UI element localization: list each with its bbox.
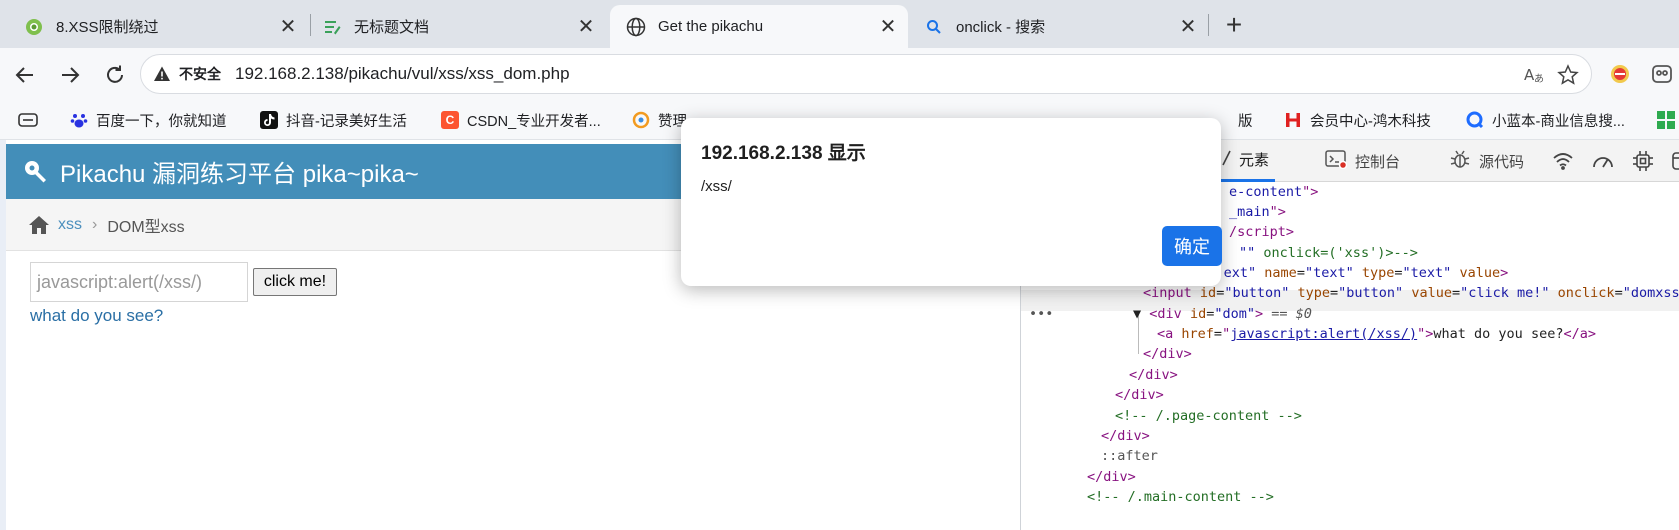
elements-icon: [1221, 149, 1235, 171]
wrench-icon: [22, 158, 50, 186]
address-bar-actions: Aあ: [1523, 64, 1579, 89]
dom-line[interactable]: <input id="button" type="button" value="…: [1143, 283, 1679, 304]
node-actions-ellipsis[interactable]: •••: [1029, 304, 1053, 325]
tab-elements[interactable]: 元素: [1215, 140, 1276, 182]
browser-tab-get-pikachu[interactable]: Get the pikachu ✕: [610, 5, 908, 48]
bookmark-icon: [632, 111, 650, 129]
bookmark-label: 会员中心-鸿木科技: [1310, 113, 1431, 130]
bookmark-baidu[interactable]: 百度一下，你就知道: [70, 109, 227, 131]
bookmark-overflow-icon[interactable]: [1656, 109, 1676, 131]
close-icon[interactable]: ✕: [878, 17, 898, 37]
console-icon: [1325, 149, 1348, 173]
hongmu-icon: [1284, 111, 1302, 129]
network-wifi-icon[interactable]: [1551, 149, 1575, 173]
tab-label: 无标题文档: [354, 19, 430, 36]
memory-chip-icon[interactable]: [1631, 149, 1655, 173]
bookmark-truncated[interactable]: 赞理: [632, 109, 687, 131]
what-do-you-see-link[interactable]: what do you see?: [30, 306, 163, 326]
browser-tab-onclick-search[interactable]: onclick - 搜索 ✕: [908, 5, 1208, 48]
dom-line[interactable]: "" onclick=('xss')>-->: [1239, 243, 1418, 264]
tab-sources[interactable]: 源代码: [1449, 140, 1524, 182]
xss-text-input[interactable]: javascript:alert(/xss/): [30, 262, 248, 302]
tab-label: onclick - 搜索: [956, 19, 1046, 36]
tab-label: 控制台: [1355, 153, 1401, 171]
dom-line[interactable]: ext" name="text" type="text" value>: [1183, 263, 1509, 284]
tab-label: 元素: [1239, 152, 1270, 169]
globe-icon: [626, 17, 646, 37]
dom-line[interactable]: </div>: [1101, 426, 1150, 447]
application-panel-icon[interactable]: [1669, 149, 1679, 173]
tab-console[interactable]: 控制台: [1325, 140, 1400, 182]
breadcrumb-separator: ›: [92, 215, 98, 233]
bookmark-label: 抖音-记录美好生活: [286, 113, 407, 130]
dom-line[interactable]: </div>: [1087, 467, 1136, 488]
bookmark-label: 百度一下，你就知道: [96, 113, 227, 130]
dialog-ok-button[interactable]: 确定: [1162, 226, 1222, 266]
bookmark-hongmu[interactable]: 会员中心-鸿木科技: [1284, 109, 1431, 131]
performance-gauge-icon[interactable]: [1591, 149, 1615, 173]
bookmark-label: 版: [1238, 113, 1253, 130]
pikachu-favicon-icon: [24, 17, 44, 37]
dom-line[interactable]: _main">: [1229, 202, 1286, 223]
browser-toolbar: 不安全 192.168.2.138/pikachu/vul/xss/xss_do…: [0, 48, 1679, 100]
forward-button[interactable]: [55, 60, 85, 90]
dom-line[interactable]: <!-- /.main-content -->: [1087, 487, 1274, 508]
url-text[interactable]: 192.168.2.138/pikachu/vul/xss/xss_dom.ph…: [235, 64, 570, 84]
dom-line[interactable]: <!-- /.page-content -->: [1115, 406, 1302, 427]
bookmark-label: CSDN_专业开发者...: [467, 113, 601, 130]
breadcrumb-link-xss[interactable]: xss: [58, 216, 82, 234]
profile-icon[interactable]: [1648, 60, 1676, 88]
baidu-paw-icon: [70, 111, 88, 129]
document-edit-icon: [322, 17, 342, 37]
bookmark-label: 小蓝本-商业信息搜...: [1492, 113, 1625, 130]
address-bar[interactable]: 不安全 192.168.2.138/pikachu/vul/xss/xss_do…: [140, 54, 1592, 94]
alert-dialog: 192.168.2.138 显示 /xss/ 确定: [681, 118, 1222, 286]
site-title[interactable]: Pikachu 漏洞练习平台 pika~pika~: [60, 154, 419, 189]
dom-line[interactable]: /script>: [1229, 222, 1294, 243]
favorite-star-icon[interactable]: [1557, 64, 1579, 89]
tab-label: 源代码: [1479, 153, 1525, 171]
bookmark-partial[interactable]: 版: [1238, 109, 1253, 131]
bookmark-csdn[interactable]: C CSDN_专业开发者...: [441, 109, 601, 131]
dialog-message: /xss/: [701, 178, 732, 195]
close-icon[interactable]: ✕: [278, 17, 298, 37]
security-label[interactable]: 不安全: [179, 64, 221, 84]
sources-bug-icon: [1449, 148, 1471, 174]
read-aloud-icon[interactable]: Aあ: [1523, 64, 1545, 89]
back-button[interactable]: [10, 60, 40, 90]
reload-button[interactable]: [100, 60, 130, 90]
breadcrumb-current: DOM型xss: [107, 218, 185, 236]
dom-line[interactable]: </div>: [1115, 385, 1164, 406]
dom-line[interactable]: e-content">: [1229, 182, 1318, 203]
douyin-icon: [260, 111, 278, 129]
bookmarks-toggle-icon[interactable]: [18, 109, 38, 131]
bookmark-douyin[interactable]: 抖音-记录美好生活: [260, 109, 407, 131]
home-icon[interactable]: [28, 214, 50, 236]
browser-tab-xss-bypass[interactable]: 8.XSS限制绕过 ✕: [8, 5, 308, 48]
tab-label: Get the pikachu: [658, 18, 764, 35]
dom-line[interactable]: ::after: [1101, 446, 1158, 467]
xiaolanben-icon: [1466, 111, 1484, 129]
extension-block-icon[interactable]: [1606, 60, 1634, 88]
close-icon[interactable]: ✕: [576, 17, 596, 37]
new-tab-button[interactable]: +: [1220, 11, 1248, 40]
dom-line[interactable]: </div>: [1129, 365, 1178, 386]
dialog-title: 192.168.2.138 显示: [701, 143, 866, 164]
tab-label: 8.XSS限制绕过: [56, 19, 159, 36]
dom-line[interactable]: </div>: [1143, 344, 1192, 365]
svg-text:あ: あ: [1534, 73, 1544, 85]
bookmark-xiaolanben[interactable]: 小蓝本-商业信息搜...: [1466, 109, 1625, 131]
click-me-button[interactable]: click me!: [253, 268, 337, 296]
browser-tab-untitled-doc[interactable]: 无标题文档 ✕: [306, 5, 606, 48]
search-icon: [924, 17, 944, 37]
tab-divider: [1208, 14, 1209, 36]
tab-strip: 8.XSS限制绕过 ✕ 无标题文档 ✕ Get the pikachu ✕ on…: [0, 0, 1679, 48]
csdn-icon: C: [441, 111, 459, 129]
dom-line[interactable]: <a href="javascript:alert(/xss/)">what d…: [1157, 324, 1596, 345]
dom-line-selected[interactable]: ▼ <div id="dom"> == $0: [1133, 304, 1312, 325]
close-icon[interactable]: ✕: [1178, 17, 1198, 37]
warning-icon[interactable]: [153, 65, 171, 83]
